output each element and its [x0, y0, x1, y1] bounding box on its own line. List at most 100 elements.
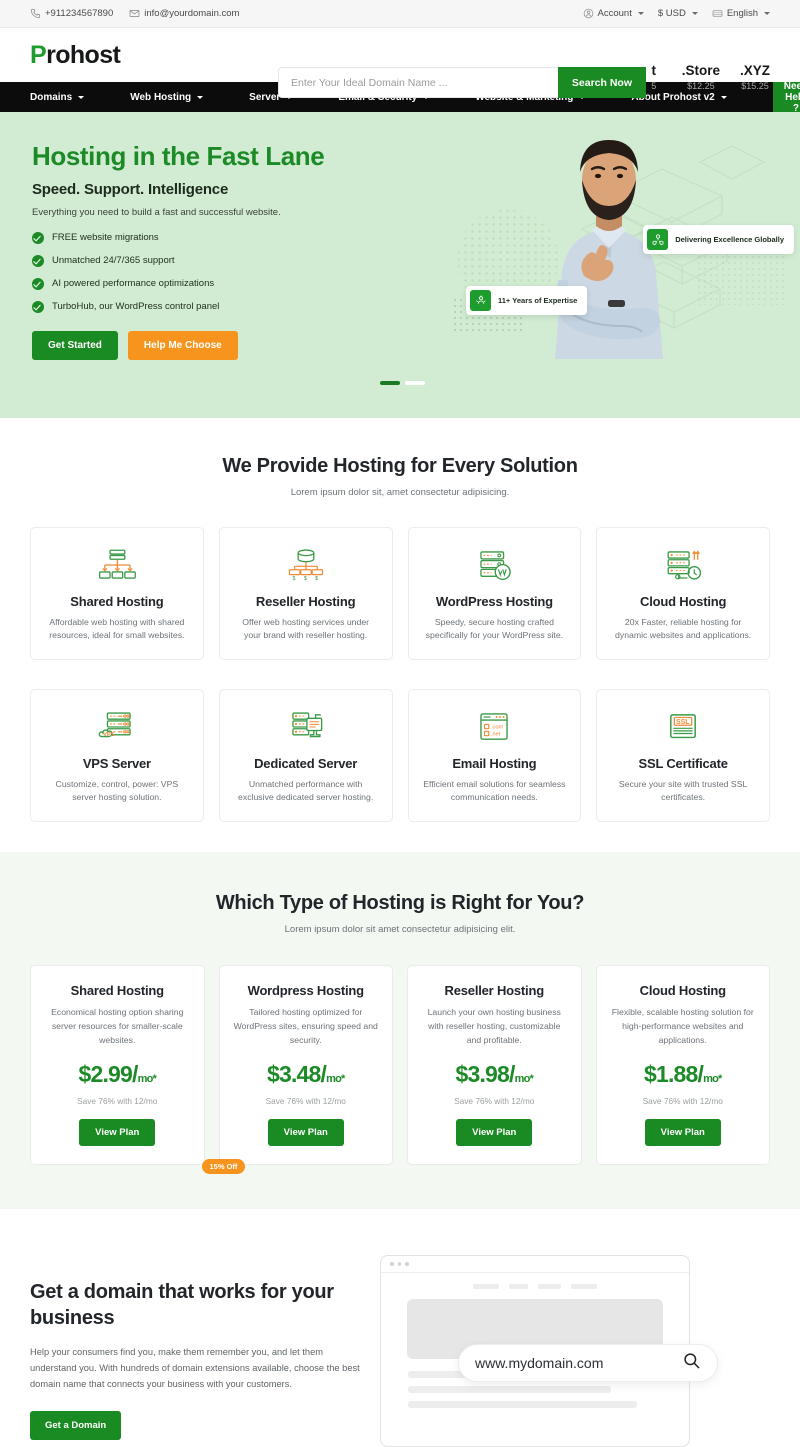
language-menu[interactable]: English	[712, 8, 770, 19]
ssl-certificate-icon: SSL	[663, 707, 703, 747]
mock-line	[408, 1385, 612, 1393]
window-dot	[405, 1262, 409, 1266]
view-plan-button[interactable]: View Plan	[644, 1118, 721, 1146]
plan-title: Cloud Hosting	[639, 982, 726, 998]
chevron-down-icon	[720, 95, 727, 99]
solution-card-title: Shared Hosting	[70, 594, 164, 609]
hero-feature-item: TurboHub, our WordPress control panel	[32, 300, 432, 313]
svg-text:VPS: VPS	[103, 732, 115, 738]
solution-card-email-hosting[interactable]: .com .net Email Hosting Efficient email …	[407, 688, 582, 822]
mock-nav-item	[538, 1283, 561, 1289]
hero-illustration: Delivering Excellence Globally 11+ Years…	[430, 112, 800, 418]
browser-titlebar	[381, 1256, 689, 1273]
domain-search-input[interactable]	[278, 67, 558, 98]
plan-save-note: Save 76% with 12/mo	[77, 1095, 158, 1106]
logo-wordmark: rohost	[46, 40, 121, 69]
chevron-down-icon	[78, 95, 85, 99]
solution-card-vps-server[interactable]: VPS VPS Server Customize, control, power…	[30, 688, 204, 822]
site-logo[interactable]: Prohost	[30, 40, 121, 69]
search-icon[interactable]	[682, 1351, 701, 1375]
mock-nav-item	[473, 1283, 499, 1289]
solution-card-desc: Efficient email solutions for seamless c…	[423, 778, 566, 803]
pricing-card-shared-hosting[interactable]: Shared Hosting Economical hosting option…	[30, 964, 205, 1165]
solution-card-ssl-certificate[interactable]: SSL SSL Certificate Secure your site wit…	[596, 688, 770, 822]
window-dot	[390, 1262, 394, 1266]
email-contact[interactable]: info@yourdomain.com	[129, 8, 239, 19]
search-now-button[interactable]: Search Now	[557, 67, 646, 98]
hero-feature-label: AI powered performance optimizations	[52, 278, 215, 290]
domain-cta-section: Get a domain that works for your busines…	[0, 1208, 800, 1447]
solution-card-title: WordPress Hosting	[435, 594, 553, 609]
plan-price-amount: $3.48/	[266, 1060, 327, 1087]
nav-item-web-hosting[interactable]: Web Hosting	[130, 92, 204, 103]
badge-label: Delivering Excellence Globally	[675, 235, 784, 244]
discount-badge: 15% Off	[201, 1158, 246, 1174]
domain-search: Search Now	[278, 67, 646, 98]
hero-banner: Hosting in the Fast Lane Speed. Support.…	[0, 112, 800, 418]
tld-item[interactable]: .Store $12.25	[682, 63, 720, 91]
svg-text:.net: .net	[491, 731, 501, 737]
svg-text:.com: .com	[491, 725, 504, 731]
tld-item[interactable]: t 5	[646, 64, 662, 91]
chevron-down-icon	[691, 12, 698, 15]
solution-card-desc: 20x Faster, reliable hosting for dynamic…	[615, 617, 752, 641]
plan-save-note: Save 76% with 12/mo	[454, 1095, 535, 1106]
nav-item-domains[interactable]: Domains	[30, 92, 85, 103]
email-text: info@yourdomain.com	[144, 8, 240, 19]
wordpress-hosting-icon	[474, 545, 514, 585]
tld-name: t	[651, 64, 656, 78]
solution-card-wordpress-hosting[interactable]: WordPress Hosting Speedy, secure hosting…	[407, 527, 582, 660]
account-menu[interactable]: Account	[583, 8, 644, 19]
currency-label: $ USD	[657, 8, 686, 19]
tld-price: $12.25	[687, 80, 715, 91]
get-started-button[interactable]: Get Started	[32, 330, 118, 360]
carousel-dot-2[interactable]	[405, 381, 425, 385]
mock-domain-value: www.mydomain.com	[475, 1354, 604, 1371]
badge-label: 11+ Years of Expertise	[498, 296, 578, 305]
help-me-choose-button[interactable]: Help Me Choose	[127, 330, 238, 360]
currency-menu[interactable]: $ USD	[658, 8, 698, 19]
dedicated-server-icon	[286, 707, 326, 747]
utility-bar-right: Account $ USD English	[583, 8, 770, 19]
check-icon	[32, 277, 44, 290]
plan-desc: Tailored hosting optimized for WordPress…	[233, 1006, 378, 1045]
view-plan-button[interactable]: View Plan	[79, 1118, 156, 1146]
tld-item[interactable]: .XYZ $15.25	[740, 63, 770, 91]
solution-card-cloud-hosting[interactable]: Cloud Hosting 20x Faster, reliable hosti…	[596, 527, 770, 660]
user-icon	[583, 8, 594, 19]
view-plan-button[interactable]: View Plan	[267, 1118, 344, 1146]
mock-line	[408, 1400, 637, 1408]
tld-price: $15.25	[741, 80, 769, 91]
logo-mark: P	[30, 40, 47, 69]
phone-text: +911234567890	[45, 8, 114, 19]
mock-nav-item	[571, 1283, 597, 1289]
carousel-indicators	[380, 381, 425, 385]
window-dot	[397, 1262, 401, 1266]
plan-price-period: mo*	[137, 1072, 157, 1085]
plan-save-note: Save 76% with 12/mo	[642, 1095, 723, 1106]
solution-card-reseller-hosting[interactable]: $ $ $ Reseller Hosting Offer web hosting…	[218, 527, 393, 660]
solution-card-dedicated-server[interactable]: Dedicated Server Unmatched performance w…	[218, 688, 393, 822]
plan-save-note: Save 76% with 12/mo	[265, 1095, 346, 1106]
solutions-title: We Provide Hosting for Every Solution	[222, 455, 578, 477]
hero-feature-item: FREE website migrations	[32, 231, 432, 244]
view-plan-button[interactable]: View Plan	[456, 1118, 533, 1146]
phone-contact[interactable]: +911234567890	[30, 8, 113, 19]
domain-search-mockup[interactable]: www.mydomain.com	[458, 1343, 718, 1382]
svg-text:SSL: SSL	[676, 719, 690, 726]
pricing-card-reseller-hosting[interactable]: Reseller Hosting Launch your own hosting…	[407, 964, 582, 1165]
svg-text:$: $	[292, 576, 295, 582]
get-a-domain-button[interactable]: Get a Domain	[30, 1410, 122, 1440]
browser-mockup: www.mydomain.com	[380, 1254, 718, 1447]
site-header: Prohost Search Now t 5 .Store $12.25 .XY…	[0, 28, 800, 98]
pricing-card-wordpress-hosting[interactable]: Wordpress Hosting Tailored hosting optim…	[201, 964, 393, 1174]
hero-actions: Get Started Help Me Choose	[32, 330, 432, 360]
hero-feature-item: Unmatched 24/7/365 support	[32, 254, 432, 267]
shared-hosting-icon	[97, 545, 137, 585]
hero-feature-item: AI powered performance optimizations	[32, 277, 432, 290]
pricing-card-cloud-hosting[interactable]: Cloud Hosting Flexible, scalable hosting…	[595, 964, 770, 1165]
solution-card-shared-hosting[interactable]: Shared Hosting Affordable web hosting wi…	[30, 527, 204, 660]
carousel-dot-1[interactable]	[380, 381, 400, 385]
pricing-subtitle: Lorem ipsum dolor sit amet consectetur a…	[284, 923, 516, 935]
globe-network-icon	[647, 229, 669, 250]
